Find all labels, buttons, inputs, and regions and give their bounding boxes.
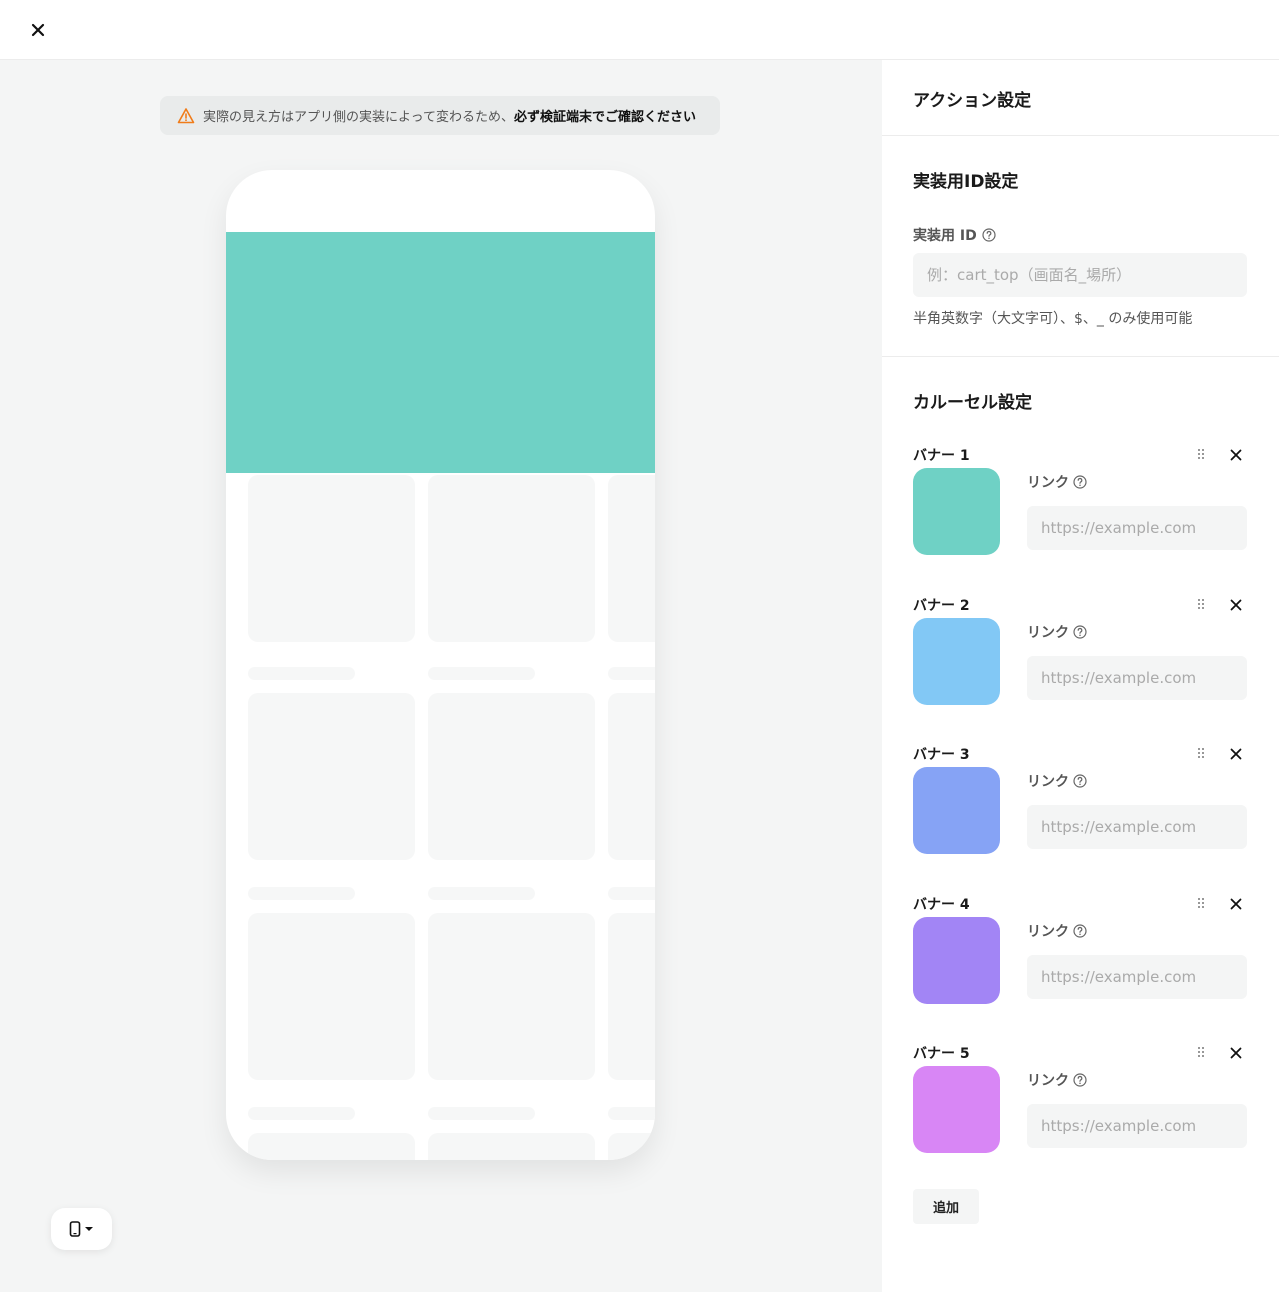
placeholder-tile bbox=[428, 1133, 595, 1160]
id-field-label: 実装用 ID bbox=[913, 225, 996, 245]
banner-name: バナー 2 bbox=[913, 597, 970, 614]
preview-area: 実際の見え方はアプリ側の実装によって変わるため、 必ず検証端末でご確認ください bbox=[0, 60, 882, 1292]
drag-handle-icon[interactable] bbox=[1195, 745, 1207, 761]
link-label-text: リンク bbox=[1027, 1073, 1069, 1089]
placeholder-bar bbox=[248, 1107, 355, 1120]
link-label: リンク bbox=[1027, 622, 1087, 642]
banner-color-swatch[interactable] bbox=[913, 617, 1000, 705]
implementation-id-input[interactable] bbox=[913, 253, 1247, 297]
placeholder-tile bbox=[608, 1133, 655, 1160]
link-label: リンク bbox=[1027, 472, 1087, 492]
preview-notice: 実際の見え方はアプリ側の実装によって変わるため、 必ず検証端末でご確認ください bbox=[160, 96, 720, 135]
device-select-button[interactable] bbox=[51, 1208, 112, 1250]
placeholder-bar bbox=[428, 887, 535, 900]
placeholder-tile bbox=[248, 1133, 415, 1160]
help-circle-icon[interactable] bbox=[1073, 923, 1087, 938]
placeholder-bar bbox=[608, 667, 655, 680]
divider bbox=[882, 356, 1279, 357]
link-label-text: リンク bbox=[1027, 475, 1069, 491]
banner-link-input[interactable] bbox=[1027, 1104, 1247, 1148]
link-label-text: リンク bbox=[1027, 624, 1069, 641]
close-icon bbox=[31, 23, 45, 37]
banner-item-2: バナー 2 リンク bbox=[913, 595, 1248, 725]
close-icon bbox=[1230, 449, 1242, 461]
placeholder-bar bbox=[248, 887, 355, 900]
placeholder-tile bbox=[248, 693, 415, 860]
link-label: リンク bbox=[1027, 771, 1087, 791]
settings-panel: アクション設定 実装用ID設定 実装用 ID 半角英数字（大文字可）、$、_ の… bbox=[882, 60, 1279, 1292]
notice-emphasis: 必ず検証端末でご確認ください bbox=[513, 110, 696, 125]
banner-link-input[interactable] bbox=[1027, 805, 1247, 849]
drag-handle-icon[interactable] bbox=[1195, 895, 1207, 911]
placeholder-tile bbox=[428, 475, 595, 642]
close-icon bbox=[1230, 599, 1242, 610]
placeholder-bar bbox=[608, 887, 655, 900]
placeholder-bar bbox=[608, 1107, 655, 1120]
placeholder-bar bbox=[428, 667, 535, 680]
panel-title: アクション設定 bbox=[913, 91, 1032, 111]
remove-banner-button[interactable] bbox=[1226, 894, 1246, 914]
close-icon bbox=[1230, 748, 1242, 760]
link-label-text: リンク bbox=[1027, 774, 1069, 790]
remove-banner-button[interactable] bbox=[1226, 744, 1246, 764]
placeholder-tile bbox=[248, 475, 415, 642]
link-label: リンク bbox=[1027, 1070, 1087, 1090]
drag-handle-icon[interactable] bbox=[1195, 446, 1207, 462]
help-circle-icon[interactable] bbox=[1073, 624, 1087, 639]
id-label-text: 実装用 ID bbox=[913, 228, 977, 244]
close-icon bbox=[1230, 1047, 1242, 1059]
help-circle-icon[interactable] bbox=[982, 228, 996, 242]
banner-color-swatch[interactable] bbox=[913, 916, 1000, 1004]
top-bar bbox=[0, 0, 1279, 60]
remove-banner-button[interactable] bbox=[1226, 445, 1246, 465]
help-circle-icon[interactable] bbox=[1073, 1073, 1087, 1087]
close-button[interactable] bbox=[26, 18, 50, 42]
banner-name: バナー 3 bbox=[913, 747, 970, 763]
placeholder-tile bbox=[428, 913, 595, 1080]
carousel-banner-preview bbox=[226, 232, 655, 473]
id-hint: 半角英数字（大文字可）、$、_ のみ使用可能 bbox=[913, 311, 1193, 327]
remove-banner-button[interactable] bbox=[1226, 595, 1246, 615]
add-banner-button[interactable]: 追加 bbox=[913, 1189, 979, 1224]
banner-item-5: バナー 5 リンク bbox=[913, 1043, 1248, 1173]
phone-mockup bbox=[226, 170, 655, 1160]
banner-item-4: バナー 4 リンク bbox=[913, 894, 1248, 1024]
remove-banner-button[interactable] bbox=[1226, 1043, 1246, 1063]
chevron-down-icon bbox=[85, 1227, 93, 1231]
mobile-device-icon bbox=[69, 1221, 81, 1237]
close-icon bbox=[1230, 898, 1242, 909]
banner-color-swatch[interactable] bbox=[913, 468, 1000, 555]
banner-link-input[interactable] bbox=[1027, 655, 1247, 700]
link-label-text: リンク bbox=[1027, 923, 1069, 940]
placeholder-tile bbox=[248, 913, 415, 1080]
placeholder-tile bbox=[428, 693, 595, 860]
carousel-section-title: カルーセル設定 bbox=[913, 393, 1032, 413]
banner-link-input[interactable] bbox=[1027, 506, 1247, 550]
drag-handle-icon[interactable] bbox=[1195, 596, 1207, 612]
banner-name: バナー 1 bbox=[913, 448, 970, 464]
divider bbox=[882, 135, 1279, 136]
banner-item-1: バナー 1 リンク bbox=[913, 445, 1248, 575]
placeholder-tile bbox=[608, 913, 655, 1080]
placeholder-tile bbox=[608, 693, 655, 860]
notice-text: 実際の見え方はアプリ側の実装によって変わるため、 bbox=[203, 110, 514, 125]
warning-icon bbox=[177, 107, 195, 125]
banner-name: バナー 5 bbox=[913, 1046, 970, 1062]
help-circle-icon[interactable] bbox=[1073, 475, 1087, 489]
placeholder-bar bbox=[428, 1107, 535, 1120]
placeholder-tile bbox=[608, 475, 655, 642]
drag-handle-icon[interactable] bbox=[1195, 1044, 1207, 1060]
banner-name: バナー 4 bbox=[913, 896, 970, 913]
link-label: リンク bbox=[1027, 921, 1087, 941]
banner-item-3: バナー 3 リンク bbox=[913, 744, 1248, 874]
id-section-title: 実装用ID設定 bbox=[913, 172, 1019, 192]
banner-link-input[interactable] bbox=[1027, 954, 1247, 999]
help-circle-icon[interactable] bbox=[1073, 774, 1087, 788]
banner-color-swatch[interactable] bbox=[913, 1066, 1000, 1153]
placeholder-bar bbox=[248, 667, 355, 680]
banner-color-swatch[interactable] bbox=[913, 767, 1000, 854]
